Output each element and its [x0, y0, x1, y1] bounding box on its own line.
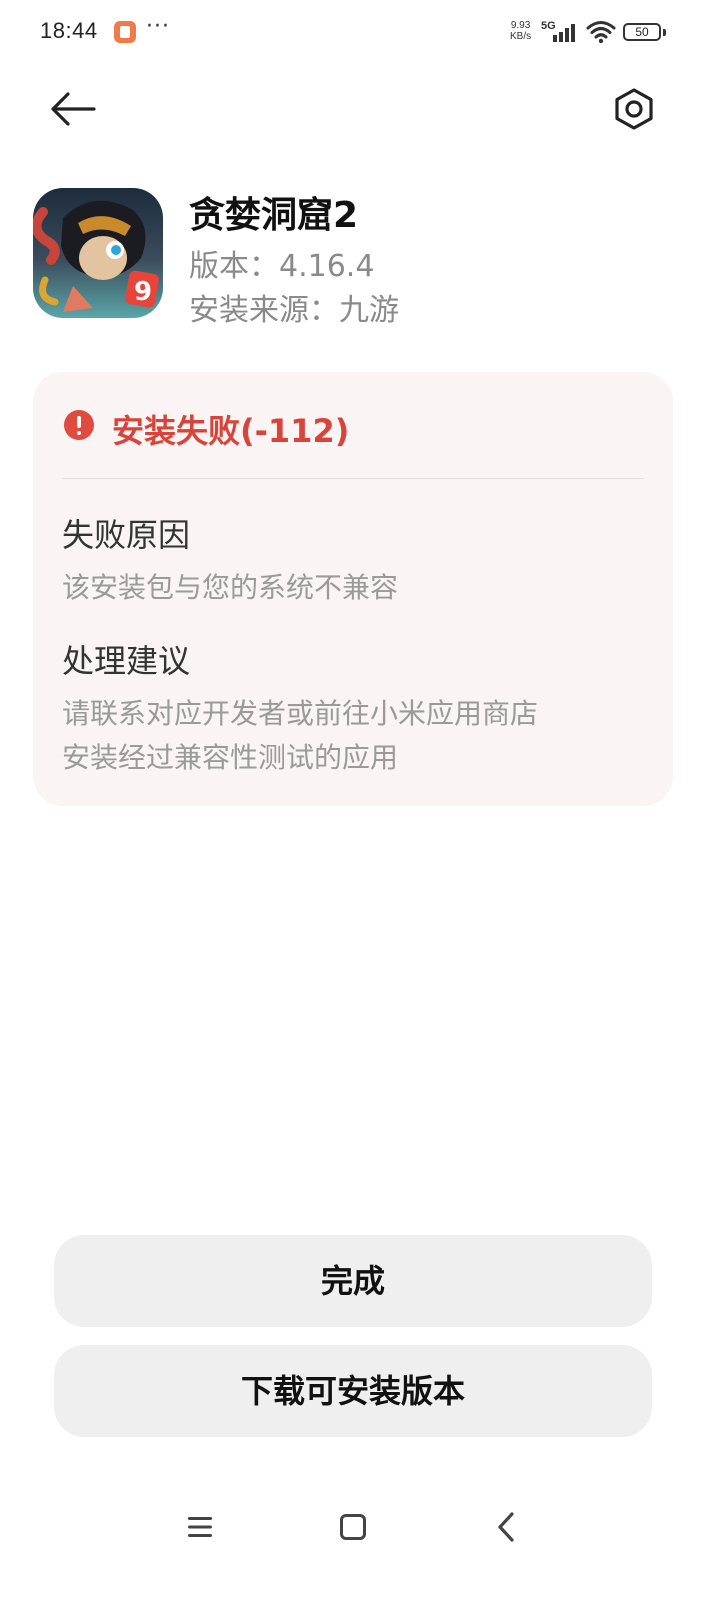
battery-icon: 50 [623, 23, 661, 41]
error-title: 安装失败(-112) [112, 412, 350, 450]
nav-back-icon[interactable] [494, 1510, 518, 1544]
notification-app-icon [114, 21, 136, 43]
signal-icon [553, 24, 575, 42]
app-install-source: 安装来源：九游 [189, 293, 399, 328]
app-icon: 9 [33, 188, 163, 318]
failure-reason-heading: 失败原因 [62, 516, 191, 554]
network-speed-unit: KB/s [510, 31, 532, 42]
more-notifications-icon: ··· [146, 14, 170, 39]
error-exclamation-icon [64, 410, 94, 440]
suggestion-line-2: 安装经过兼容性测试的应用 [62, 741, 399, 774]
status-time: 18:44 [40, 18, 98, 43]
suggestion-text: 请联系对应开发者或前往小米应用商店 安装经过兼容性测试的应用 [62, 692, 652, 780]
app-name: 贪婪洞窟2 [189, 195, 359, 236]
settings-hexagon-icon[interactable] [607, 84, 661, 134]
app-icon-badge: 9 [134, 277, 152, 307]
wifi-icon [586, 21, 616, 44]
app-version: 版本：4.16.4 [189, 249, 375, 284]
network-speed: 9.93 KB/s [510, 20, 531, 42]
app-icon-art: 9 [33, 188, 163, 318]
battery-tip [663, 29, 666, 36]
done-button[interactable]: 完成 [54, 1235, 652, 1327]
failure-reason-text: 该安装包与您的系统不兼容 [62, 571, 399, 604]
suggestion-heading: 处理建议 [62, 642, 191, 680]
nav-menu-icon[interactable] [186, 1514, 214, 1540]
network-speed-value: 9.93 [510, 20, 531, 31]
suggestion-line-1: 请联系对应开发者或前往小米应用商店 [62, 697, 539, 730]
card-divider [62, 478, 644, 479]
download-installable-version-button[interactable]: 下载可安装版本 [54, 1345, 652, 1437]
back-arrow-icon[interactable] [44, 86, 100, 132]
nav-home-icon[interactable] [340, 1514, 366, 1540]
